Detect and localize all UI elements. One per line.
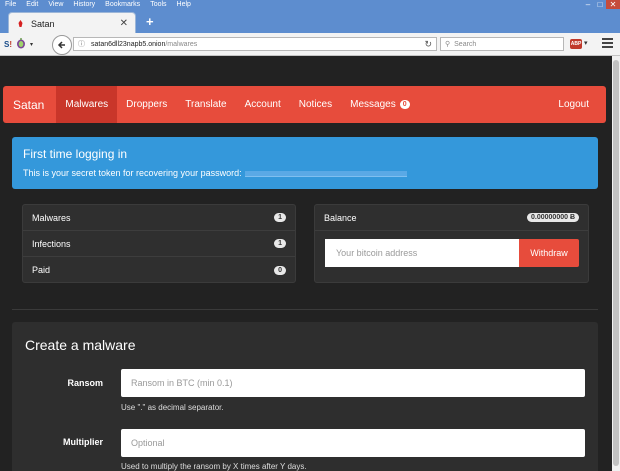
section-divider xyxy=(12,309,598,310)
multiplier-label: Multiplier xyxy=(63,437,103,447)
menu-help[interactable]: Help xyxy=(172,0,196,9)
menu-history[interactable]: History xyxy=(68,0,100,9)
reload-icon[interactable]: ↻ xyxy=(424,39,432,50)
brand[interactable]: Satan xyxy=(3,98,56,112)
menu-icon[interactable] xyxy=(602,38,613,48)
create-title: Create a malware xyxy=(25,337,136,353)
stat-label: Infections xyxy=(32,238,71,249)
balance-panel: Balance 0.00000000 Ƀ Withdraw xyxy=(314,204,589,283)
url-host: satan6dll23napb5.onion xyxy=(91,40,166,48)
alert-title: First time logging in xyxy=(23,147,128,161)
tor-onion-icon[interactable] xyxy=(15,37,27,51)
close-window-icon[interactable]: ✕ xyxy=(606,0,620,9)
info-icon[interactable]: ⓘ xyxy=(78,39,85,49)
menu-view[interactable]: View xyxy=(43,0,68,9)
url-path: /malwares xyxy=(165,40,198,48)
maximize-icon[interactable]: □ xyxy=(594,0,606,9)
stat-row-infections: Infections 1 xyxy=(23,231,295,257)
nav-translate[interactable]: Translate xyxy=(176,86,235,123)
balance-label: Balance xyxy=(324,212,357,223)
ransom-label: Ransom xyxy=(67,378,103,388)
search-input[interactable]: ⚲ Search xyxy=(440,37,564,51)
tab-title: Satan xyxy=(31,18,55,29)
nav-account[interactable]: Account xyxy=(236,86,290,123)
nav-malwares[interactable]: Malwares xyxy=(56,86,118,123)
multiplier-input[interactable] xyxy=(121,429,585,457)
new-tab-icon[interactable]: + xyxy=(146,14,154,30)
menu-tools[interactable]: Tools xyxy=(145,0,171,9)
ransom-help: Use "." as decimal separator. xyxy=(121,403,224,412)
stat-count-badge: 1 xyxy=(274,239,286,248)
stat-label: Malwares xyxy=(32,212,71,223)
page-content: Satan Malwares Droppers Translate Accoun… xyxy=(0,56,612,471)
multiplier-help: Used to multiply the ransom by X times a… xyxy=(121,462,307,471)
balance-header: Balance 0.00000000 Ƀ xyxy=(315,205,588,231)
first-login-alert: First time logging in This is your secre… xyxy=(12,137,598,189)
page-scrollbar[interactable] xyxy=(612,56,620,471)
bitcoin-address-input[interactable] xyxy=(325,239,519,267)
menu-bookmarks[interactable]: Bookmarks xyxy=(100,0,145,9)
stat-row-malwares: Malwares 1 xyxy=(23,205,295,231)
satan-favicon-icon xyxy=(16,19,25,28)
nav-notices[interactable]: Notices xyxy=(290,86,341,123)
nav-messages[interactable]: Messages 0 xyxy=(341,86,418,123)
stat-row-paid: Paid 0 xyxy=(23,257,295,283)
adblock-icon[interactable]: ABP xyxy=(570,39,582,49)
close-tab-icon[interactable]: ✕ xyxy=(120,18,128,29)
search-placeholder: Search xyxy=(454,40,477,48)
search-icon: ⚲ xyxy=(445,41,451,48)
scrollbar-thumb[interactable] xyxy=(613,60,619,466)
withdraw-button[interactable]: Withdraw xyxy=(519,239,579,267)
balance-amount-badge: 0.00000000 Ƀ xyxy=(527,213,579,222)
alert-text: This is your secret token for recovering… xyxy=(23,168,242,178)
stat-count-badge: 1 xyxy=(274,213,286,222)
messages-count-badge: 0 xyxy=(399,100,410,109)
stylish-addon-icon[interactable]: S! xyxy=(4,40,12,49)
stat-label: Paid xyxy=(32,265,51,275)
url-bar[interactable]: ⓘ satan6dll23napb5.onion/malwares ↻ xyxy=(73,37,437,51)
back-button[interactable] xyxy=(52,35,72,55)
menu-edit[interactable]: Edit xyxy=(21,0,43,9)
nav-messages-label: Messages xyxy=(350,99,396,110)
menu-file[interactable]: File xyxy=(0,0,21,9)
adblock-dropdown-icon[interactable]: ▾ xyxy=(584,39,588,47)
redacted-token xyxy=(244,170,407,177)
stats-panel: Malwares 1 Infections 1 Paid 0 xyxy=(22,204,296,283)
ransom-input[interactable] xyxy=(121,369,585,397)
arrow-left-icon xyxy=(57,41,65,49)
window-controls: – □ ✕ xyxy=(582,0,620,9)
nav-droppers[interactable]: Droppers xyxy=(117,86,176,123)
logout-link[interactable]: Logout xyxy=(549,86,606,123)
browser-tab[interactable]: Satan ✕ xyxy=(8,12,136,34)
create-malware-panel: Create a malware Ransom Use "." as decim… xyxy=(12,322,598,471)
stat-count-badge: 0 xyxy=(274,265,286,275)
menu-bar: File Edit View History Bookmarks Tools H… xyxy=(0,0,196,9)
top-navbar: Satan Malwares Droppers Translate Accoun… xyxy=(3,86,606,123)
withdraw-form: Withdraw xyxy=(325,239,579,267)
minimize-icon[interactable]: – xyxy=(582,0,594,9)
chevron-down-icon[interactable]: ▾ xyxy=(30,41,33,48)
